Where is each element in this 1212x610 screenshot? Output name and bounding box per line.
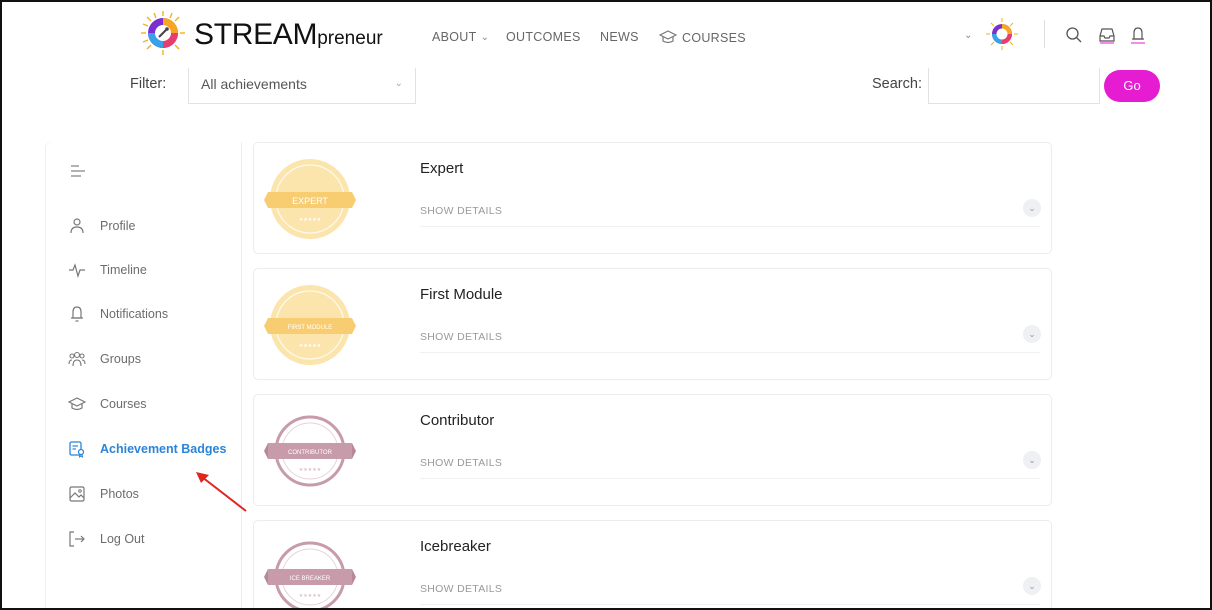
- nav-about[interactable]: ABOUT ⌄: [432, 30, 489, 44]
- badge-stars: ★★★★★: [299, 593, 322, 599]
- divider: [420, 352, 1040, 353]
- logout-icon: [69, 531, 85, 547]
- image-icon: [69, 486, 85, 502]
- chevron-down-icon[interactable]: ⌄: [1023, 577, 1041, 595]
- chevron-down-icon: ⌄: [480, 32, 490, 43]
- nav-courses[interactable]: COURSES: [658, 30, 746, 45]
- sidebar-item-label: Groups: [100, 352, 141, 366]
- show-details-link[interactable]: SHOW DETAILS: [420, 583, 502, 595]
- show-details-link[interactable]: SHOW DETAILS: [420, 331, 502, 343]
- sidebar-item-courses[interactable]: Courses: [68, 393, 147, 415]
- badge-image-contributor: CONTRIBUTOR ★★★★★: [264, 415, 356, 487]
- badge-stars: ★★★★★: [299, 467, 322, 473]
- logo-text[interactable]: STREAMpreneur: [194, 18, 383, 52]
- badge-ribbon-text: ICE BREAKER: [290, 576, 331, 582]
- badge-card-expert: EXPERT ★★★★★ Expert SHOW DETAILS ⌄: [253, 142, 1052, 254]
- nav-news[interactable]: NEWS: [600, 30, 639, 44]
- badge-ribbon-text: FIRST MODULE: [288, 325, 333, 331]
- logo-icon[interactable]: [140, 10, 186, 56]
- badge-stars: ★★★★★: [299, 343, 322, 349]
- badge-ribbon-text: EXPERT: [292, 196, 328, 206]
- badge-image-icebreaker: ICE BREAKER ★★★★★: [264, 541, 356, 608]
- sidebar-item-label: Courses: [100, 397, 147, 411]
- chevron-down-icon[interactable]: ⌄: [1023, 199, 1041, 217]
- sidebar-item-photos[interactable]: Photos: [68, 483, 139, 505]
- chevron-down-icon: ⌄: [394, 78, 403, 89]
- divider: [420, 226, 1040, 227]
- user-icon: [70, 218, 84, 234]
- bell-icon[interactable]: [1129, 26, 1147, 44]
- badge-image-expert: EXPERT ★★★★★: [264, 159, 356, 239]
- search-input[interactable]: [928, 68, 1100, 104]
- badge-title: Icebreaker: [420, 538, 491, 555]
- sidebar-item-timeline[interactable]: Timeline: [68, 259, 147, 281]
- badge-stars: ★★★★★: [299, 217, 322, 223]
- go-button[interactable]: Go: [1104, 70, 1160, 102]
- page-frame: STREAMpreneur ABOUT ⌄ OUTCOMES NEWS COURS…: [0, 0, 1212, 610]
- header-divider: [1044, 20, 1045, 48]
- badge-card-first-module: FIRST MODULE ★★★★★ First Module SHOW DET…: [253, 268, 1052, 380]
- sidebar-item-label: Achievement Badges: [100, 442, 227, 456]
- bell-icon: [71, 306, 83, 322]
- show-details-link[interactable]: SHOW DETAILS: [420, 457, 502, 469]
- badge-icon: [69, 441, 85, 458]
- profile-dropdown-chevron-icon[interactable]: ⌄: [964, 30, 972, 41]
- badge-ribbon-text: CONTRIBUTOR: [288, 450, 333, 456]
- badge-title: Expert: [420, 160, 464, 177]
- sidebar-item-achievement-badges[interactable]: Achievement Badges: [68, 438, 226, 460]
- filter-label: Filter:: [130, 76, 167, 92]
- annotation-arrow-icon: [196, 472, 247, 512]
- badge-card-contributor: CONTRIBUTOR ★★★★★ Contributor SHOW DETAI…: [253, 394, 1052, 506]
- sidebar-item-logout[interactable]: Log Out: [68, 528, 144, 550]
- profile-sidebar: Profile Timeline Notifications Groups Co…: [46, 142, 242, 608]
- sidebar-item-profile[interactable]: Profile: [68, 215, 135, 237]
- activity-icon: [69, 263, 85, 279]
- search-label: Search:: [872, 76, 922, 92]
- chevron-down-icon[interactable]: ⌄: [1023, 451, 1041, 469]
- sidebar-item-label: Log Out: [100, 532, 145, 546]
- badge-image-first-module: FIRST MODULE ★★★★★: [264, 285, 356, 365]
- sidebar-item-notifications[interactable]: Notifications: [68, 303, 168, 325]
- graduation-cap-icon: [658, 30, 678, 44]
- badge-title: First Module: [420, 286, 503, 303]
- groups-icon: [68, 351, 86, 367]
- profile-avatar[interactable]: [986, 18, 1018, 50]
- sidebar-item-label: Timeline: [100, 263, 147, 277]
- sidebar-item-label: Photos: [100, 487, 139, 501]
- divider: [420, 478, 1040, 479]
- badge-title: Contributor: [420, 412, 495, 429]
- filter-select[interactable]: All achievements ⌄: [188, 68, 416, 104]
- site-header: STREAMpreneur ABOUT ⌄ OUTCOMES NEWS COURS…: [2, 2, 1210, 62]
- graduation-cap-icon: [68, 397, 86, 411]
- sidebar-item-groups[interactable]: Groups: [68, 348, 141, 370]
- sidebar-item-label: Profile: [100, 219, 136, 233]
- filter-bar: Filter: All achievements ⌄ Search: Go: [2, 62, 1210, 110]
- filter-selected-value: All achievements: [201, 76, 307, 92]
- chevron-down-icon[interactable]: ⌄: [1023, 325, 1041, 343]
- sidebar-item-label: Notifications: [100, 307, 169, 321]
- inbox-icon[interactable]: [1098, 26, 1116, 44]
- menu-toggle-icon[interactable]: [70, 164, 86, 178]
- divider: [420, 604, 1040, 605]
- nav-outcomes[interactable]: OUTCOMES: [506, 30, 581, 44]
- badge-card-icebreaker: ICE BREAKER ★★★★★ Icebreaker SHOW DETAIL…: [253, 520, 1052, 608]
- show-details-link[interactable]: SHOW DETAILS: [420, 205, 502, 217]
- search-icon[interactable]: [1065, 26, 1083, 44]
